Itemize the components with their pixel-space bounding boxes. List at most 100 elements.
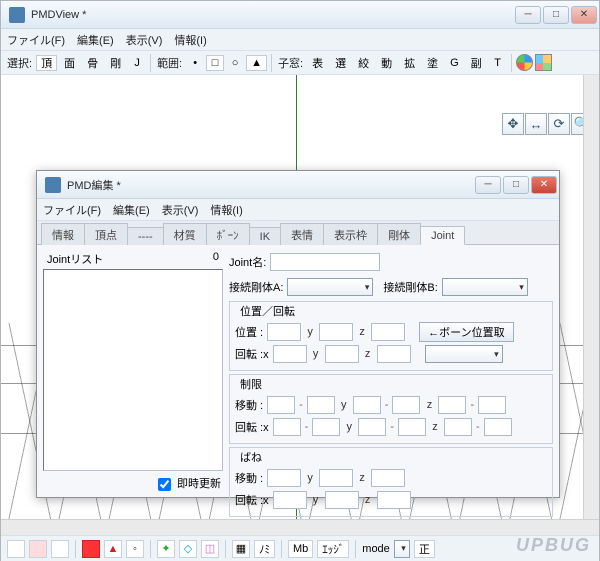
sel-vertex[interactable]: 頂 bbox=[36, 55, 57, 71]
range-circle[interactable]: ○ bbox=[226, 55, 244, 71]
child-maximize-button[interactable]: □ bbox=[503, 176, 529, 194]
cw-1[interactable]: 選 bbox=[330, 53, 351, 73]
cw-6[interactable]: G bbox=[445, 55, 464, 71]
joint-listbox[interactable] bbox=[43, 269, 223, 471]
maximize-button[interactable]: □ bbox=[543, 6, 569, 24]
pos-z-input[interactable] bbox=[371, 323, 405, 341]
lim-rx1[interactable] bbox=[273, 418, 301, 436]
rot-x-input[interactable] bbox=[273, 345, 307, 363]
menu-info[interactable]: 情報(I) bbox=[174, 32, 206, 48]
sb-edge[interactable]: ｴｯｼﾞ bbox=[317, 540, 349, 558]
sb-grid[interactable]: ▦ bbox=[232, 540, 250, 558]
main-titlebar[interactable]: PMDView * ─ □ ✕ bbox=[1, 1, 599, 29]
autoupdate-checkbox[interactable] bbox=[158, 478, 171, 491]
sel-face[interactable]: 面 bbox=[59, 53, 80, 73]
lim-my1[interactable] bbox=[353, 396, 381, 414]
spr-rz[interactable] bbox=[377, 491, 411, 509]
tab-display[interactable]: 表示枠 bbox=[323, 223, 378, 245]
lim-rz1[interactable] bbox=[444, 418, 472, 436]
cw-8[interactable]: T bbox=[489, 55, 507, 71]
sb-green[interactable]: ✦ bbox=[157, 540, 175, 558]
bone-pos-button[interactable]: ←ボーン位置取 bbox=[419, 322, 513, 342]
child-menu-edit[interactable]: 編集(E) bbox=[113, 202, 150, 218]
menu-file[interactable]: ファイル(F) bbox=[7, 32, 65, 48]
tab-vertex[interactable]: 頂点 bbox=[84, 223, 128, 245]
tab-info[interactable]: 情報 bbox=[41, 223, 85, 245]
lim-ry1[interactable] bbox=[358, 418, 386, 436]
cw-5[interactable]: 塗 bbox=[422, 53, 443, 73]
cw-4[interactable]: 拡 bbox=[399, 53, 420, 73]
cw-0[interactable]: 表 bbox=[307, 53, 328, 73]
lim-mz2[interactable] bbox=[478, 396, 506, 414]
sb-cube[interactable]: ◫ bbox=[201, 540, 219, 558]
rigid-b-combo[interactable] bbox=[442, 278, 528, 296]
child-titlebar[interactable]: PMD編集 * ─ □ ✕ bbox=[37, 171, 559, 199]
pos-y-input[interactable] bbox=[319, 323, 353, 341]
child-menu-info[interactable]: 情報(I) bbox=[210, 202, 242, 218]
lim-rx2[interactable] bbox=[312, 418, 340, 436]
rot-combo[interactable] bbox=[425, 345, 503, 363]
sb-dot[interactable]: ◦ bbox=[126, 540, 144, 558]
cw-2[interactable]: 絞 bbox=[353, 53, 374, 73]
range-dot1[interactable]: • bbox=[186, 55, 204, 71]
sb-red[interactable] bbox=[82, 540, 100, 558]
menu-edit[interactable]: 編集(E) bbox=[77, 32, 114, 48]
spr-mz[interactable] bbox=[371, 469, 405, 487]
scrollbar-horizontal[interactable] bbox=[1, 519, 599, 535]
sb-box2[interactable] bbox=[29, 540, 47, 558]
rot-z-input[interactable] bbox=[377, 345, 411, 363]
sb-nomi[interactable]: ﾉﾐ bbox=[254, 540, 275, 558]
lim-rz2[interactable] bbox=[484, 418, 512, 436]
spr-rx[interactable] bbox=[273, 491, 307, 509]
sel-rigid[interactable]: 剛 bbox=[105, 53, 126, 73]
pos-x-input[interactable] bbox=[267, 323, 301, 341]
tab-rigid[interactable]: 剛体 bbox=[377, 223, 421, 245]
tab-ik[interactable]: IK bbox=[249, 227, 281, 245]
tab-bone[interactable]: ﾎﾞｰﾝ bbox=[206, 223, 250, 245]
cw-3[interactable]: 動 bbox=[376, 53, 397, 73]
rotate-icon[interactable]: ⟳ bbox=[548, 113, 570, 135]
sel-joint[interactable]: J bbox=[128, 55, 146, 71]
sb-box1[interactable] bbox=[7, 540, 25, 558]
close-button[interactable]: ✕ bbox=[571, 6, 597, 24]
color-grid-icon[interactable] bbox=[535, 54, 552, 71]
tab-morph[interactable]: 表情 bbox=[280, 223, 324, 245]
menu-view[interactable]: 表示(V) bbox=[126, 32, 163, 48]
rigid-a-label: 接続剛体A: bbox=[229, 279, 283, 295]
sb-box3[interactable] bbox=[51, 540, 69, 558]
child-close-button[interactable]: ✕ bbox=[531, 176, 557, 194]
sb-mb[interactable]: Mb bbox=[288, 540, 313, 558]
rot-label: 回転 :x bbox=[235, 346, 269, 362]
spr-my[interactable] bbox=[319, 469, 353, 487]
lim-my2[interactable] bbox=[392, 396, 420, 414]
spr-ry[interactable] bbox=[325, 491, 359, 509]
rigid-a-combo[interactable] bbox=[287, 278, 373, 296]
range-box[interactable]: □ bbox=[206, 55, 224, 71]
lim-mz1[interactable] bbox=[438, 396, 466, 414]
child-minimize-button[interactable]: ─ bbox=[475, 176, 501, 194]
range-tri[interactable]: ▲ bbox=[246, 55, 267, 71]
sb-right[interactable]: 正 bbox=[414, 540, 435, 558]
tab-joint[interactable]: Joint bbox=[420, 226, 465, 245]
joint-name-input[interactable] bbox=[270, 253, 380, 271]
cw-7[interactable]: 副 bbox=[466, 53, 487, 73]
scrollbar-vertical[interactable] bbox=[583, 75, 599, 535]
minimize-button[interactable]: ─ bbox=[515, 6, 541, 24]
child-menu-file[interactable]: ファイル(F) bbox=[43, 202, 101, 218]
lim-ry2[interactable] bbox=[398, 418, 426, 436]
tab-material[interactable]: 材質 bbox=[163, 223, 207, 245]
child-menu-view[interactable]: 表示(V) bbox=[162, 202, 199, 218]
rot-y-input[interactable] bbox=[325, 345, 359, 363]
sb-cyan[interactable]: ◇ bbox=[179, 540, 197, 558]
child-window: PMD編集 * ─ □ ✕ ファイル(F) 編集(E) 表示(V) 情報(I) … bbox=[36, 170, 560, 498]
move-icon[interactable]: ↔ bbox=[525, 113, 547, 135]
lim-mx2[interactable] bbox=[307, 396, 335, 414]
pan-icon[interactable]: ✥ bbox=[502, 113, 524, 135]
tab-dash[interactable]: ---- bbox=[127, 227, 164, 245]
sb-mode-combo[interactable] bbox=[394, 540, 410, 558]
color-target-icon[interactable] bbox=[516, 54, 533, 71]
spr-mx[interactable] bbox=[267, 469, 301, 487]
sb-up[interactable]: ▲ bbox=[104, 540, 122, 558]
sel-bone[interactable]: 骨 bbox=[82, 53, 103, 73]
lim-mx1[interactable] bbox=[267, 396, 295, 414]
